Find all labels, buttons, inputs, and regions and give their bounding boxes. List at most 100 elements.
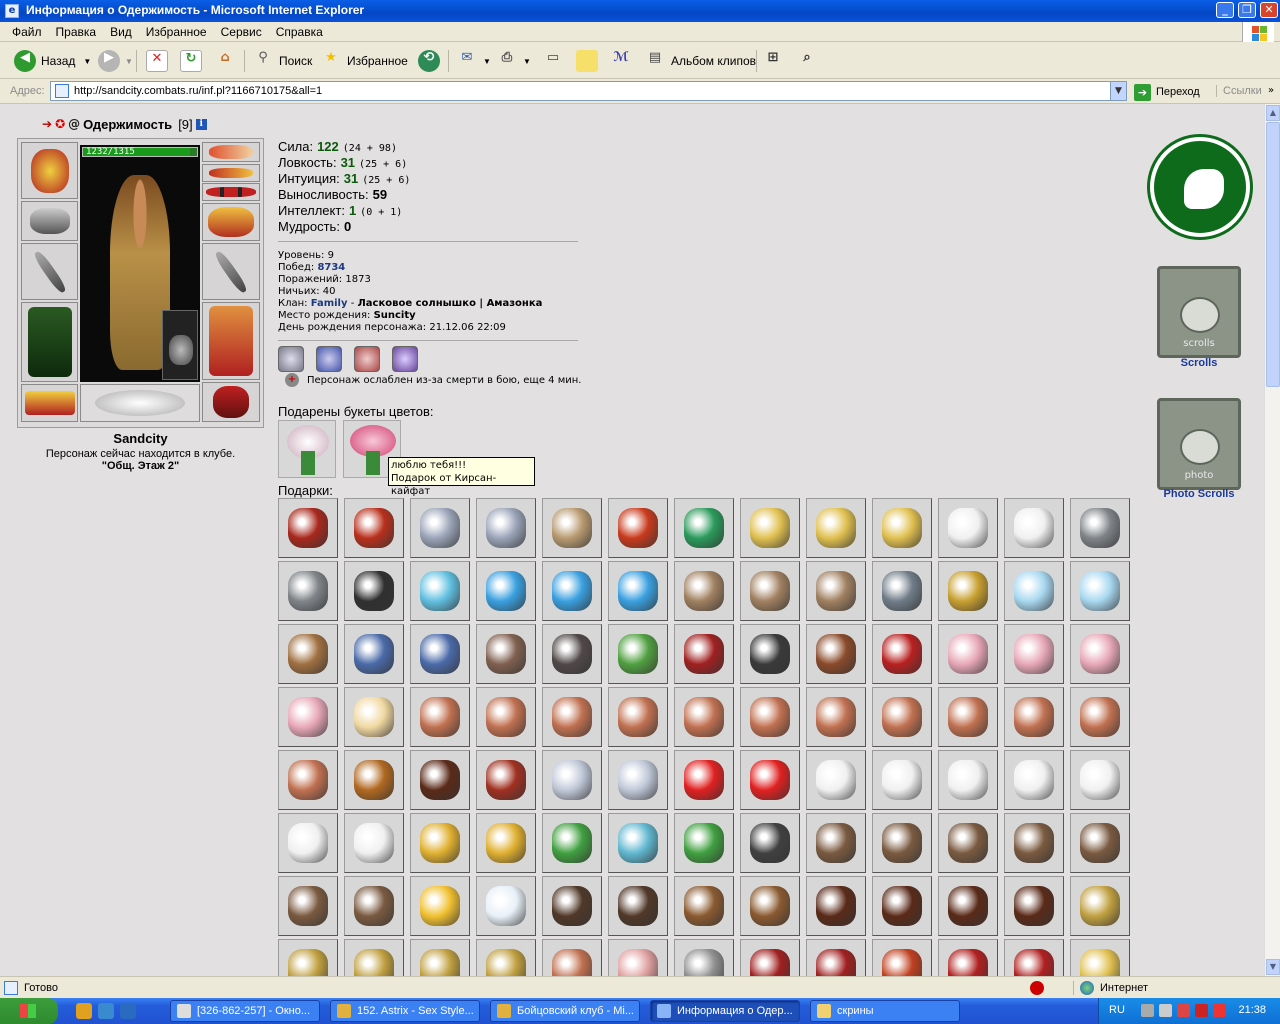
gift-item[interactable] [872, 561, 932, 621]
menu-tools[interactable]: Сервис [215, 22, 268, 39]
address-input[interactable]: http://sandcity.combats.ru/inf.pl?116671… [50, 81, 1127, 101]
refresh-button[interactable]: ↻ [180, 48, 207, 74]
slot-rings[interactable] [202, 183, 260, 201]
gift-item[interactable] [278, 561, 338, 621]
gift-item[interactable] [1004, 687, 1064, 747]
start-button[interactable] [0, 998, 58, 1024]
print-button[interactable]: ⎙ ▼ [496, 48, 531, 74]
tray-icon[interactable] [1159, 1004, 1172, 1017]
slot-boots[interactable] [202, 382, 260, 422]
slot-amulet[interactable] [202, 164, 260, 182]
gift-item[interactable] [542, 876, 602, 936]
gift-item[interactable] [344, 876, 404, 936]
slot-weapon-left[interactable] [21, 243, 78, 300]
gift-item[interactable] [1004, 750, 1064, 810]
gift-item[interactable] [278, 876, 338, 936]
private-message-icon[interactable]: ➔ [42, 117, 52, 131]
gift-item[interactable] [938, 687, 998, 747]
gift-item[interactable] [1070, 813, 1130, 873]
gift-item[interactable] [542, 750, 602, 810]
minimize-button[interactable]: _ [1216, 2, 1234, 18]
gift-item[interactable] [674, 687, 734, 747]
gift-item[interactable] [608, 687, 668, 747]
gift-item[interactable] [278, 498, 338, 558]
gift-item[interactable] [872, 498, 932, 558]
gift-item[interactable] [806, 624, 866, 684]
links-chevron-icon[interactable]: » [1268, 85, 1274, 96]
gift-item[interactable] [278, 813, 338, 873]
gift-item[interactable] [410, 687, 470, 747]
tray-icon[interactable] [1141, 1004, 1154, 1017]
gift-item[interactable] [542, 813, 602, 873]
gift-item[interactable] [476, 813, 536, 873]
clan-emblem[interactable] [1150, 137, 1250, 237]
buff-shield-icon[interactable] [316, 346, 342, 372]
task-window-2[interactable]: 152. Astrix - Sex Style... [330, 1000, 480, 1022]
edit-button[interactable]: ▭ [542, 48, 569, 74]
gift-item[interactable] [542, 687, 602, 747]
gift-item[interactable] [608, 561, 668, 621]
gift-item[interactable] [674, 813, 734, 873]
links-button[interactable]: Ссылки [1216, 85, 1262, 97]
favorites-button[interactable]: ★ Избранное [320, 48, 408, 74]
gift-item[interactable] [806, 561, 866, 621]
gift-item[interactable] [872, 813, 932, 873]
gift-item[interactable] [872, 750, 932, 810]
address-dropdown-icon[interactable]: ▼ [1110, 82, 1126, 100]
gift-item[interactable] [938, 498, 998, 558]
slot-leggings[interactable] [202, 302, 260, 380]
gift-item[interactable] [740, 624, 800, 684]
gift-item[interactable] [740, 687, 800, 747]
gift-item[interactable] [410, 498, 470, 558]
gift-item[interactable] [542, 624, 602, 684]
scroll-thumb[interactable] [1266, 122, 1280, 387]
gift-item[interactable] [938, 624, 998, 684]
gift-item[interactable] [278, 624, 338, 684]
gift-item[interactable] [542, 561, 602, 621]
quicklaunch-icon[interactable] [76, 1003, 92, 1019]
gift-item[interactable] [872, 687, 932, 747]
gift-item[interactable] [344, 624, 404, 684]
gift-item[interactable] [938, 876, 998, 936]
slot-weapon-right[interactable] [202, 243, 260, 300]
gift-item[interactable] [410, 561, 470, 621]
pet-slot[interactable] [162, 310, 198, 380]
clipart-button[interactable]: ▤ Альбом клипов [644, 48, 756, 74]
gift-item[interactable] [740, 750, 800, 810]
privacy-icon[interactable] [1030, 981, 1044, 995]
task-folder[interactable]: скрины [810, 1000, 960, 1022]
gift-item[interactable] [1070, 876, 1130, 936]
maximize-button[interactable]: ❐ [1238, 2, 1256, 18]
close-button[interactable]: ✕ [1260, 2, 1278, 18]
slot-bracers[interactable] [21, 201, 78, 241]
quicklaunch-icon[interactable] [98, 1003, 114, 1019]
gift-item[interactable] [1070, 561, 1130, 621]
tray-icon[interactable] [1177, 1004, 1190, 1017]
gift-item[interactable] [806, 876, 866, 936]
gift-item[interactable] [740, 876, 800, 936]
gift-item[interactable] [608, 750, 668, 810]
gift-item[interactable] [1004, 498, 1064, 558]
scroll-up-icon[interactable]: ▲ [1266, 105, 1280, 121]
gift-item[interactable] [476, 561, 536, 621]
gift-item[interactable] [1004, 876, 1064, 936]
menu-view[interactable]: Вид [104, 22, 138, 39]
gift-item[interactable] [938, 561, 998, 621]
gift-item[interactable] [1004, 624, 1064, 684]
gift-item[interactable] [344, 498, 404, 558]
go-button[interactable]: ➔ Переход [1134, 82, 1200, 102]
photo-scrolls-banner[interactable]: photo [1157, 398, 1241, 490]
photo-scrolls-link[interactable]: Photo Scrolls [1149, 488, 1249, 500]
gift-item[interactable] [938, 750, 998, 810]
gift-item[interactable] [476, 687, 536, 747]
history-button[interactable]: ⟲ [418, 48, 445, 74]
gift-item[interactable] [410, 813, 470, 873]
gift-item[interactable] [674, 561, 734, 621]
gift-item[interactable] [872, 876, 932, 936]
buff-magic-icon[interactable] [392, 346, 418, 372]
gift-item[interactable] [1070, 624, 1130, 684]
gift-item[interactable] [806, 498, 866, 558]
gift-item[interactable] [278, 750, 338, 810]
gift-item[interactable] [674, 750, 734, 810]
gift-item[interactable] [608, 498, 668, 558]
